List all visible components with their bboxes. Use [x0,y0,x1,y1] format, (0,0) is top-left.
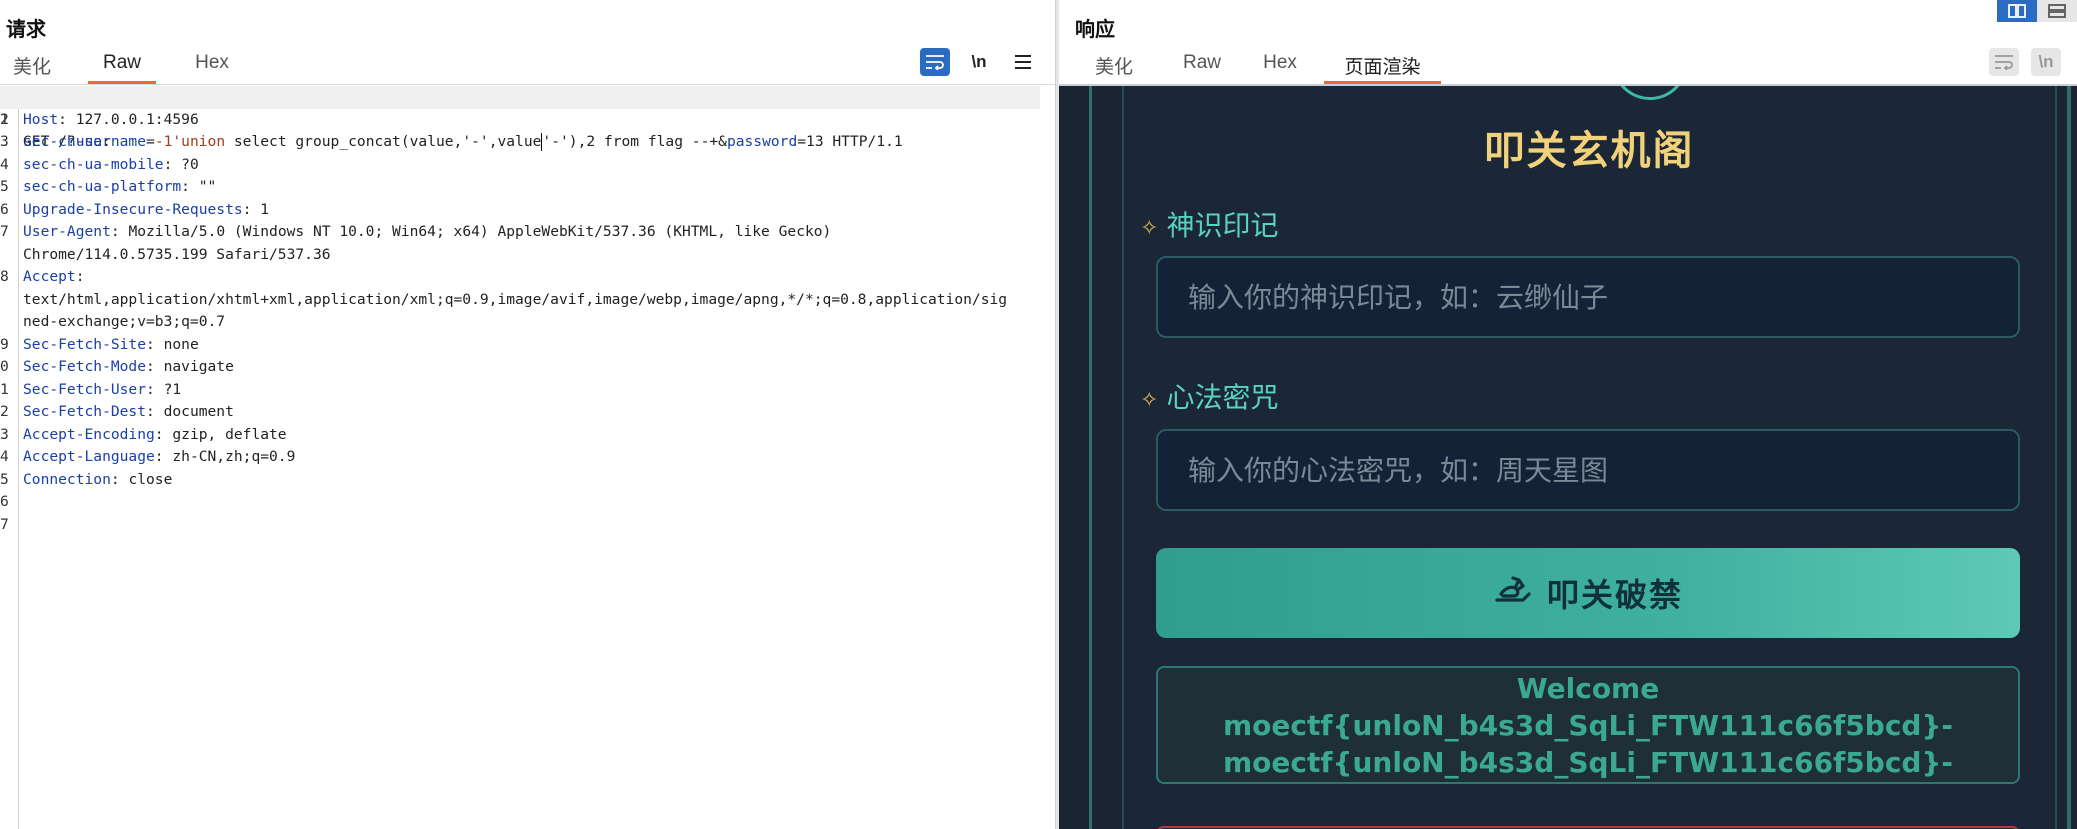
stacked-view-icon[interactable] [2037,0,2077,22]
emblem-circle [1612,86,1688,100]
login-card: 叩关玄机阁 ✧神识印记 ✧心法密咒 叩关破禁 Welcome moectf{un [1122,86,2057,829]
sparkle-icon: ✧ [1140,388,1159,413]
request-line-text: Sec-Fetch-Mode: navigate [23,358,234,375]
right-rail [2067,86,2071,829]
request-line: Chrome/114.0.5735.199 Safari/537.36 [0,244,1040,267]
request-line: text/html,application/xhtml+xml,applicat… [0,289,1040,312]
request-line-text: User-Agent: Mozilla/5.0 (Windows NT 10.0… [23,223,832,240]
line-number: 5 [0,178,9,195]
request-line-text: sec-ch-ua-mobile: ?0 [23,155,199,173]
request-pane: 请求 美化 Raw Hex \n 1 GET /?username=-1'uni… [0,0,1055,829]
request-line: 2 Host: 127.0.0.1:4596 [0,109,1040,132]
line-number: 6 [0,200,9,218]
line-number: 5 [0,470,9,488]
left-rail [1089,86,1092,829]
submit-button[interactable]: 叩关破禁 [1156,548,2020,638]
result-line-2: moectf{unloN_b4s3d_SqLi_FTW111c66f5bcd}- [1222,745,1954,779]
request-line-text: Chrome/114.0.5735.199 Safari/537.36 [23,245,331,263]
request-toolbar: \n [920,48,1038,76]
password-field[interactable] [1156,429,2020,511]
password-input[interactable] [1158,431,2018,509]
menu-icon[interactable] [1008,48,1038,76]
request-line-text: Sec-Fetch-User: ?1 [23,380,182,398]
request-line: ned-exchange;v=b3;q=0.7 [0,311,1040,334]
request-line: 0 Sec-Fetch-Mode: navigate [0,356,1040,379]
request-line: 2 Sec-Fetch-Dest: document [0,401,1040,424]
tab-raw[interactable]: Raw [1172,50,1232,84]
request-line-text: Host: 127.0.0.1:4596 [23,110,199,128]
line-number: 0 [0,358,9,375]
line-number: 7 [0,515,9,533]
request-tabs: 美化 Raw Hex [0,50,242,84]
request-line: 7 [0,514,1040,537]
tab-raw[interactable]: Raw [88,50,156,84]
tab-hex[interactable]: Hex [1250,50,1310,84]
line-number: 2 [0,403,9,420]
request-line: 4 sec-ch-ua-mobile: ?0 [0,154,1040,177]
newline-toggle[interactable]: \n [964,48,994,76]
request-line: 3 sec-ch-ua: [0,131,1040,154]
tab-pretty[interactable]: 美化 [0,50,64,84]
rendered-page: 叩关玄机阁 ✧神识印记 ✧心法密咒 叩关破禁 Welcome moectf{un [1059,84,2077,829]
line-number: 3 [0,425,9,443]
result-line-1: Welcome moectf{unloN_b4s3d_SqLi_FTW111c6… [1222,671,1954,742]
field1-label: ✧ 神识印记 [1140,209,1279,242]
request-line: 5 sec-ch-ua-platform: "" [0,176,1040,199]
request-tab-divider [0,84,1055,85]
request-line: 8 Accept: [0,266,1040,289]
page-title: 叩关玄机阁 [1484,128,1695,174]
request-line: 6 [0,491,1040,514]
request-line-text: Sec-Fetch-Site: none [23,335,199,353]
line-number: 4 [0,448,9,465]
request-line-text: ned-exchange;v=b3;q=0.7 [23,313,226,330]
request-line-text: Connection: close [23,470,173,488]
response-toolbar: \n [1989,48,2061,76]
sparkle-icon: ✧ [1140,216,1159,241]
request-line: 4 Accept-Language: zh-CN,zh;q=0.9 [0,446,1040,469]
line-number: 1 [0,380,9,398]
request-line-text: Accept-Language: zh-CN,zh;q=0.9 [23,448,296,465]
request-line-text: text/html,application/xhtml+xml,applicat… [23,290,1008,308]
line-number: 4 [0,155,9,173]
line-number: 6 [0,493,9,510]
field2-label: ✧ 心法密咒 [1140,381,1279,414]
request-editor[interactable]: 1 GET /?username=-1'union select group_c… [0,86,1040,829]
request-line: 1 Sec-Fetch-User: ?1 [0,379,1040,402]
line-number: 8 [0,268,9,285]
line-number: 2 [0,110,9,128]
request-line-text: sec-ch-ua-platform: "" [23,178,217,195]
request-line: 7 User-Agent: Mozilla/5.0 (Windows NT 10.… [0,221,1040,244]
response-title: 响应 [1075,19,1115,41]
layout-toggle [1997,0,2077,22]
request-line: 3 Accept-Encoding: gzip, deflate [0,424,1040,447]
request-line-text: sec-ch-ua: [23,133,111,150]
request-line-text: Upgrade-Insecure-Requests: 1 [23,200,270,218]
split-view-icon[interactable] [1997,0,2037,22]
tab-render[interactable]: 页面渲染 [1324,50,1441,84]
line-number: 3 [0,133,9,150]
response-pane: 响应 美化 Raw Hex 页面渲染 \n 叩关玄机阁 ✧ 神识印记 输入你的神… [1059,0,2077,829]
line-number: 9 [0,335,9,353]
dragon-icon [1493,574,1533,613]
request-line: 5 Connection: close [0,469,1040,492]
request-title: 请求 [6,19,46,41]
response-tabs: 美化 Raw Hex 页面渲染 [1059,50,1441,84]
line-number: 7 [0,223,9,240]
request-line: 6 Upgrade-Insecure-Requests: 1 [0,199,1040,222]
wrap-lines-icon[interactable] [1989,48,2019,76]
wrap-lines-icon[interactable] [920,48,950,76]
username-field[interactable] [1156,256,2020,338]
result-message: Welcome moectf{unloN_b4s3d_SqLi_FTW111c6… [1156,666,2020,784]
submit-button-label: 叩关破禁 [1546,576,1683,614]
request-line-text: Accept: [23,268,85,285]
username-input[interactable] [1158,258,2018,336]
request-line: 1 GET /?username=-1'union select group_c… [0,86,1040,151]
newline-toggle[interactable]: \n [2031,48,2061,76]
tab-hex[interactable]: Hex [182,50,242,84]
tab-pretty[interactable]: 美化 [1082,50,1146,84]
request-line: 9 Sec-Fetch-Site: none [0,334,1040,357]
request-line-text: Sec-Fetch-Dest: document [23,403,234,420]
request-line-text: Accept-Encoding: gzip, deflate [23,425,287,443]
